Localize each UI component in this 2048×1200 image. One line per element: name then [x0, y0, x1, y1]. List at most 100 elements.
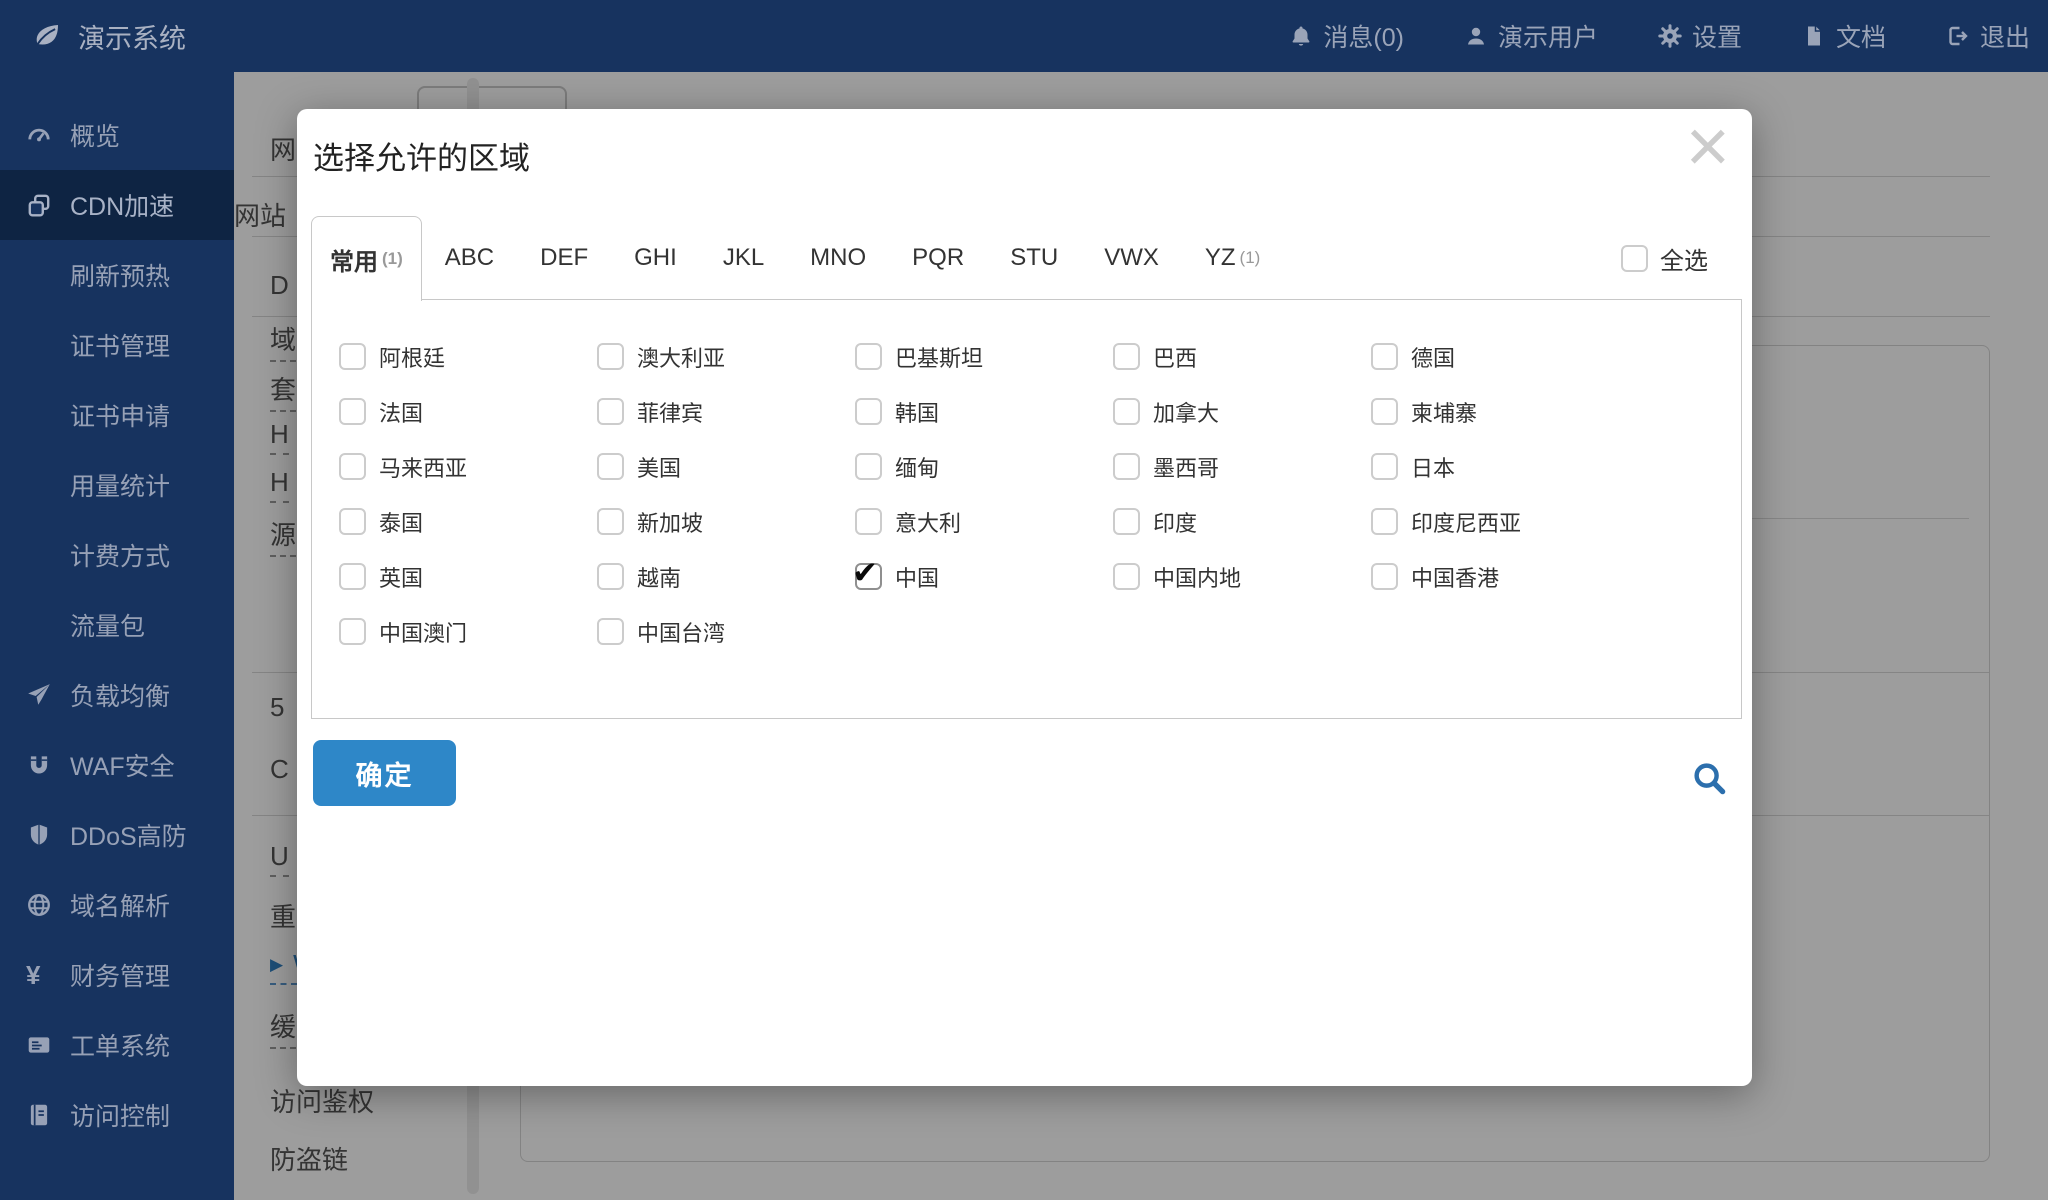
checkbox-icon[interactable] [339, 618, 366, 645]
tab-label: DEF [540, 244, 589, 271]
navbar-item-1[interactable]: 演示用户 [1464, 18, 1598, 54]
checkbox-icon[interactable] [1113, 563, 1140, 590]
logout-icon [1946, 24, 1970, 48]
checkbox-icon[interactable] [1371, 563, 1398, 590]
sidebar-item-1[interactable]: CDN加速 [0, 170, 234, 240]
region-option-17[interactable]: 意大利 [855, 506, 1113, 538]
region-option-10[interactable]: 马来西亚 [339, 451, 597, 483]
tab-GHI[interactable]: GHI [611, 216, 700, 300]
region-option-13[interactable]: 墨西哥 [1113, 451, 1371, 483]
region-option-20[interactable]: 英国 [339, 561, 597, 593]
checkbox-icon[interactable]: ✔ [852, 555, 882, 590]
region-option-21[interactable]: 越南 [597, 561, 855, 593]
tab-MNO[interactable]: MNO [787, 216, 889, 300]
region-option-9[interactable]: 柬埔寨 [1371, 396, 1629, 428]
region-option-22[interactable]: ✔ 中国 [852, 555, 1113, 593]
app-brand[interactable]: 演示系统 [0, 17, 186, 56]
checkbox-icon[interactable] [597, 563, 624, 590]
region-option-2[interactable]: 巴基斯坦 [855, 341, 1113, 373]
checkbox-icon[interactable] [1371, 453, 1398, 480]
search-icon[interactable] [1690, 759, 1728, 797]
region-option-7[interactable]: 韩国 [855, 396, 1113, 428]
checkbox-icon[interactable] [1113, 398, 1140, 425]
sidebar-item-11[interactable]: 域名解析 [0, 870, 234, 940]
checkbox-icon[interactable] [339, 563, 366, 590]
tab-STU[interactable]: STU [987, 216, 1081, 300]
navbar-item-4[interactable]: 退出 [1946, 18, 2030, 54]
select-all-label: 全选 [1660, 247, 1708, 275]
tab-PQR[interactable]: PQR [889, 216, 987, 300]
region-option-3[interactable]: 巴西 [1113, 341, 1371, 373]
sidebar-item-8[interactable]: 负载均衡 [0, 660, 234, 730]
region-option-4[interactable]: 德国 [1371, 341, 1629, 373]
checkbox-icon[interactable] [1113, 453, 1140, 480]
region-option-19[interactable]: 印度尼西亚 [1371, 506, 1629, 538]
checkbox-icon[interactable] [339, 453, 366, 480]
region-label: 澳大利亚 [637, 345, 726, 371]
region-label: 日本 [1411, 455, 1456, 481]
region-option-11[interactable]: 美国 [597, 451, 855, 483]
sidebar-item-5[interactable]: 用量统计 [0, 450, 234, 520]
region-option-26[interactable]: 中国台湾 [597, 616, 855, 648]
tab-ABC[interactable]: ABC [422, 216, 517, 300]
region-label: 中国内地 [1153, 565, 1242, 591]
navbar-item-2[interactable]: 设置 [1658, 18, 1742, 54]
checkbox-icon[interactable] [339, 508, 366, 535]
region-option-5[interactable]: 法国 [339, 396, 597, 428]
region-option-15[interactable]: 泰国 [339, 506, 597, 538]
checkbox-icon[interactable] [597, 343, 624, 370]
region-option-12[interactable]: 缅甸 [855, 451, 1113, 483]
region-option-16[interactable]: 新加坡 [597, 506, 855, 538]
close-icon[interactable]: × [1686, 105, 1730, 189]
sidebar-item-10[interactable]: DDoS高防 [0, 800, 234, 870]
checkbox-icon[interactable] [855, 398, 882, 425]
checkbox-icon[interactable] [1371, 398, 1398, 425]
tab-JKL[interactable]: JKL [700, 216, 787, 300]
checkbox-icon[interactable] [597, 453, 624, 480]
region-option-1[interactable]: 澳大利亚 [597, 341, 855, 373]
confirm-button[interactable]: 确定 [313, 740, 456, 806]
tab-VWX[interactable]: VWX [1081, 216, 1182, 300]
checkbox-icon[interactable] [597, 398, 624, 425]
navbar-item-0[interactable]: 消息(0) [1289, 18, 1404, 54]
checkbox-icon[interactable] [1371, 508, 1398, 535]
sidebar-item-6[interactable]: 计费方式 [0, 520, 234, 590]
checkbox-icon[interactable] [855, 453, 882, 480]
region-option-0[interactable]: 阿根廷 [339, 341, 597, 373]
region-option-24[interactable]: 中国香港 [1371, 561, 1629, 593]
checkbox-icon[interactable] [1113, 508, 1140, 535]
sidebar-item-3[interactable]: 证书管理 [0, 310, 234, 380]
checkbox-icon[interactable] [597, 508, 624, 535]
region-option-25[interactable]: 中国澳门 [339, 616, 597, 648]
region-option-23[interactable]: 中国内地 [1113, 561, 1371, 593]
card-icon [26, 1032, 52, 1058]
tab-常用[interactable]: 常用 (1) [311, 216, 422, 301]
tab-YZ[interactable]: YZ (1) [1182, 216, 1283, 300]
checkbox-icon[interactable] [339, 343, 366, 370]
checkbox-icon[interactable] [1113, 343, 1140, 370]
sidebar-item-2[interactable]: 刷新预热 [0, 240, 234, 310]
region-option-14[interactable]: 日本 [1371, 451, 1629, 483]
select-all-checkbox-icon[interactable] [1621, 244, 1648, 272]
sidebar-item-label: 域名解析 [70, 893, 171, 921]
checkbox-icon[interactable] [597, 618, 624, 645]
sidebar-item-4[interactable]: 证书申请 [0, 380, 234, 450]
sidebar-item-14[interactable]: 访问控制 [0, 1080, 234, 1150]
sidebar-item-12[interactable]: ¥ 财务管理 [0, 940, 234, 1010]
checkbox-icon[interactable] [1371, 343, 1398, 370]
checkbox-icon[interactable] [855, 508, 882, 535]
sidebar-item-label: 刷新预热 [70, 263, 171, 291]
tab-DEF[interactable]: DEF [517, 216, 611, 300]
sidebar-item-13[interactable]: 工单系统 [0, 1010, 234, 1080]
sidebar-item-7[interactable]: 流量包 [0, 590, 234, 660]
select-all-toggle[interactable]: 全选 [1621, 216, 1708, 300]
checkbox-icon[interactable] [339, 398, 366, 425]
region-option-18[interactable]: 印度 [1113, 506, 1371, 538]
checkbox-icon[interactable] [855, 343, 882, 370]
region-option-8[interactable]: 加拿大 [1113, 396, 1371, 428]
navbar-item-label: 演示用户 [1497, 24, 1598, 52]
sidebar-item-9[interactable]: WAF安全 [0, 730, 234, 800]
region-option-6[interactable]: 菲律宾 [597, 396, 855, 428]
sidebar-item-0[interactable]: 概览 [0, 100, 234, 170]
navbar-item-3[interactable]: 文档 [1802, 18, 1886, 54]
